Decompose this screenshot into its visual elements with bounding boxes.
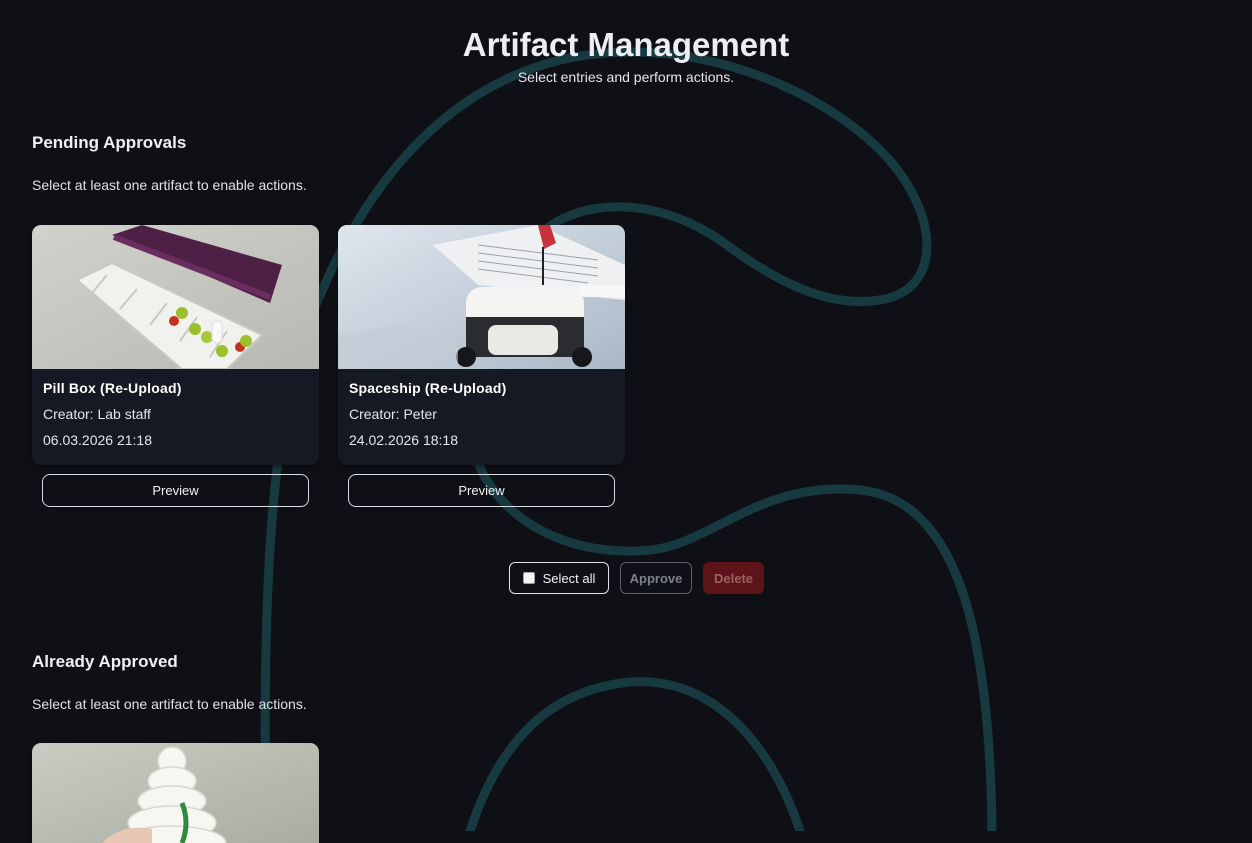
artifact-title: Spaceship (Re-Upload) [349, 380, 507, 396]
artifact-card-wrapper: Pill Box (Re-Upload) Creator: Lab staff … [32, 225, 319, 507]
preview-button[interactable]: Preview [42, 474, 309, 507]
artifact-card[interactable]: Pill Box (Re-Upload) Creator: Lab staff … [32, 225, 319, 465]
artifact-card-wrapper [32, 743, 319, 843]
pending-card-list: Pill Box (Re-Upload) Creator: Lab staff … [32, 225, 625, 507]
approved-card-list [32, 743, 319, 843]
artifact-title: Pill Box (Re-Upload) [43, 380, 182, 396]
artifact-thumbnail-tree [32, 743, 319, 843]
preview-button[interactable]: Preview [348, 474, 615, 507]
artifact-date: 06.03.2026 21:18 [43, 432, 152, 448]
approved-section: Already Approved Select at least one art… [32, 652, 319, 843]
bulk-actions-bar: Select all Approve Delete [509, 562, 764, 594]
section-heading-approved: Already Approved [32, 652, 178, 671]
section-hint-pending: Select at least one artifact to enable a… [32, 177, 307, 193]
section-hint-approved: Select at least one artifact to enable a… [32, 696, 307, 712]
select-all-toggle[interactable]: Select all [509, 562, 609, 594]
artifact-creator: Creator: Peter [349, 406, 437, 422]
page-subtitle: Select entries and perform actions. [517, 69, 735, 85]
select-all-label: Select all [542, 570, 596, 586]
page-root: Artifact Management Select entries and p… [0, 0, 1252, 843]
artifact-card[interactable] [32, 743, 319, 843]
artifact-creator: Creator: Lab staff [43, 406, 151, 422]
section-heading-pending: Pending Approvals [32, 133, 187, 152]
pending-approvals-section: Pending Approvals Select at least one ar… [32, 133, 625, 507]
artifact-thumbnail-spaceship [338, 225, 625, 369]
artifact-date: 24.02.2026 18:18 [349, 432, 458, 448]
delete-button[interactable]: Delete [703, 562, 764, 594]
artifact-thumbnail-pill-box [32, 225, 319, 369]
approve-button[interactable]: Approve [620, 562, 692, 594]
artifact-card-body: Pill Box (Re-Upload) Creator: Lab staff … [32, 369, 319, 448]
page-title: Artifact Management [462, 26, 790, 63]
artifact-card[interactable]: Spaceship (Re-Upload) Creator: Peter 24.… [338, 225, 625, 465]
artifact-card-wrapper: Spaceship (Re-Upload) Creator: Peter 24.… [338, 225, 625, 507]
select-all-checkbox[interactable] [522, 572, 535, 584]
page-header: Artifact Management Select entries and p… [0, 0, 1252, 86]
artifact-card-body: Spaceship (Re-Upload) Creator: Peter 24.… [338, 369, 625, 448]
